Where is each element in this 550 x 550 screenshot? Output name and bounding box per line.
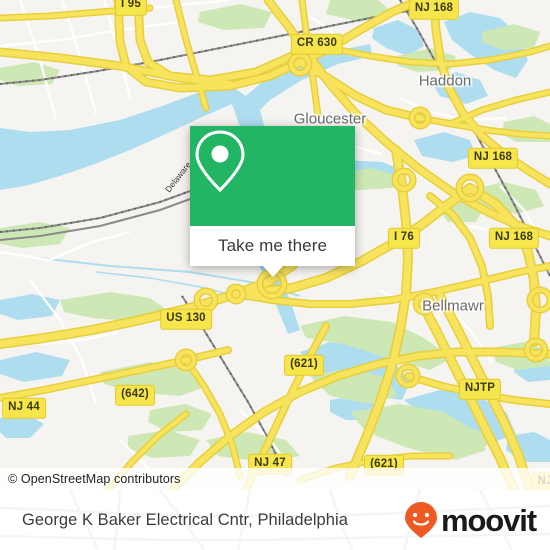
map-attribution: © OpenStreetMap contributors (0, 468, 550, 490)
moovit-logo: moovit (403, 500, 537, 540)
location-popup-card[interactable]: Take me there (190, 126, 355, 277)
map-canvas[interactable]: Gloucester Haddon Bellmawr Delaware I 95… (0, 0, 550, 490)
highway-shield: NJ 168 (488, 227, 540, 249)
highway-shield: I 95 (115, 0, 147, 16)
place-label: Gloucester (293, 110, 367, 128)
highway-shield: NJ 44 (2, 397, 46, 419)
place-label: Bellmawr (422, 297, 484, 315)
map-pin-icon (195, 130, 245, 193)
moovit-map-screenshot: Gloucester Haddon Bellmawr Delaware I 95… (0, 0, 550, 550)
bottom-bar: George K Baker Electrical Cntr, Philadel… (0, 490, 550, 550)
popup-tail (261, 265, 284, 277)
highway-shield: CR 630 (290, 33, 344, 55)
place-label: Haddon (418, 72, 472, 90)
highway-shield: NJTP (458, 378, 502, 400)
highway-shield: NJ 168 (467, 147, 519, 169)
take-me-there-button[interactable]: Take me there (190, 226, 355, 266)
highway-shield: NJ 168 (408, 0, 460, 20)
moovit-wordmark: moovit (440, 502, 537, 538)
moovit-pin-smiley-icon (404, 502, 437, 538)
highway-shield: I 76 (388, 227, 420, 249)
highway-shield: (621) (284, 354, 324, 376)
location-caption: George K Baker Electrical Cntr, Philadel… (22, 510, 348, 529)
highway-shield: US 130 (160, 308, 212, 330)
highway-shield: (642) (115, 384, 155, 406)
popup-icon-area (190, 126, 355, 226)
